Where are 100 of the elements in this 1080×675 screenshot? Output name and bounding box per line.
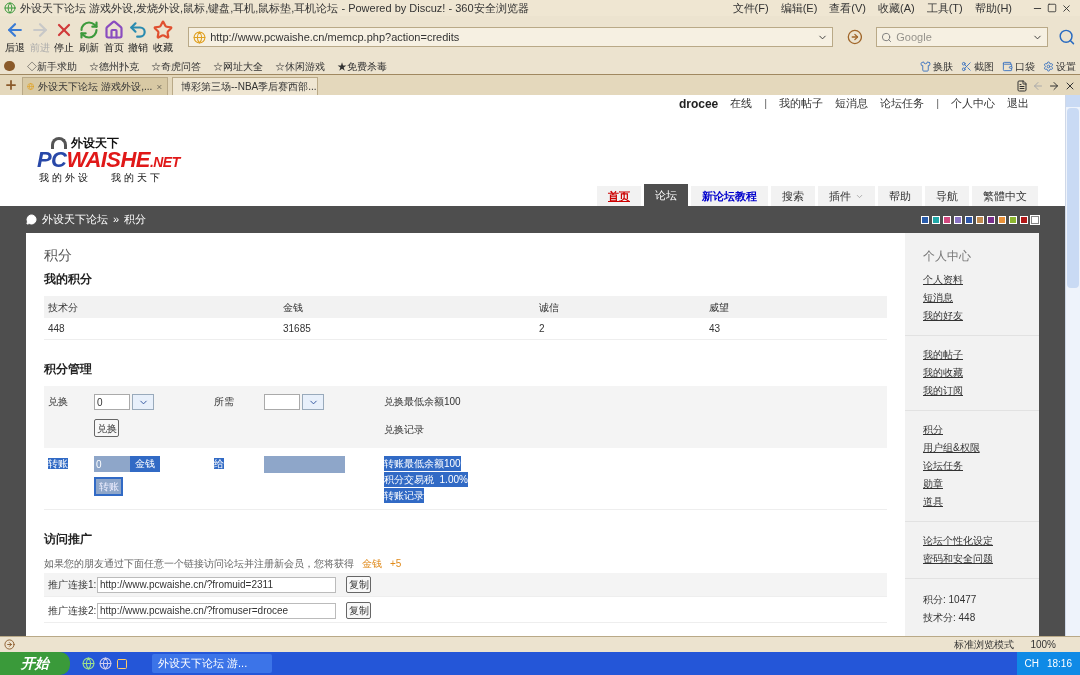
document-icon[interactable] <box>1016 80 1028 92</box>
sidebar-link[interactable]: 我的帖子 <box>923 348 1021 362</box>
sidebar-link[interactable]: 密码和安全问题 <box>923 552 1021 566</box>
desktop-icon[interactable] <box>116 657 128 670</box>
note-text: 转账最低余额100 <box>384 456 461 471</box>
maximize-icon[interactable] <box>1047 2 1057 13</box>
user-link[interactable]: 个人中心 <box>951 95 995 112</box>
breadcrumb-link[interactable]: 积分 <box>124 211 147 228</box>
copy-button[interactable]: 复制 <box>346 602 371 619</box>
recipient-field[interactable] <box>264 456 345 473</box>
nav-tab[interactable]: 导航 <box>925 186 969 206</box>
speech-bubble-icon <box>26 214 37 225</box>
section-heading: 我的积分 <box>44 271 93 288</box>
sidebar-link[interactable]: 论坛任务 <box>923 459 1021 473</box>
scrollbar[interactable] <box>1065 95 1080 636</box>
nav-tab[interactable]: 论坛 <box>644 184 688 206</box>
nav-tab[interactable]: 首页 <box>597 186 641 206</box>
username[interactable]: drocee <box>678 95 719 113</box>
forward-icon[interactable] <box>1048 80 1060 92</box>
menu-item[interactable]: 编辑(E) <box>780 0 818 17</box>
bookmark-link[interactable]: ★免费杀毒 <box>337 58 387 74</box>
page-title: 积分 <box>44 246 73 265</box>
record-link[interactable]: 转账记录 <box>384 488 424 503</box>
tool-icon <box>1002 60 1013 72</box>
bookmark-tool-button[interactable]: 设置 <box>1043 58 1076 74</box>
close-icon[interactable] <box>1064 80 1076 92</box>
column-header: 技术分 <box>44 296 279 318</box>
sidebar-link[interactable]: 个人资料 <box>923 273 1021 287</box>
tool-icon <box>1043 60 1054 72</box>
sidebar-heading: 个人中心 <box>923 248 972 265</box>
browser-icon[interactable] <box>99 657 112 670</box>
zoom-level[interactable]: 100% <box>1030 637 1056 652</box>
sidebar-link[interactable]: 用户组&权限 <box>923 441 1021 455</box>
new-tab-icon[interactable] <box>4 78 18 92</box>
skin-swatch[interactable] <box>1031 215 1039 224</box>
nav-tab[interactable]: 搜索 <box>771 186 815 206</box>
sidebar-link[interactable]: 短消息 <box>923 291 1021 305</box>
breadcrumb-link[interactable]: 外设天下论坛 <box>42 211 108 228</box>
link-field[interactable]: http://www.pcwaishe.cn/?fromuid=2311 <box>97 576 336 593</box>
required-field[interactable] <box>264 394 300 410</box>
browser-tab[interactable]: 博彩第三场--NBA季后赛西部... <box>172 77 318 95</box>
nav-tab[interactable]: 新论坛教程 <box>691 186 768 206</box>
user-link[interactable]: 论坛任务 <box>880 95 925 112</box>
browser-icon[interactable] <box>82 657 95 670</box>
breadcrumb-separator: » <box>113 212 120 228</box>
separator: | <box>764 96 768 112</box>
bookmark-tool-button[interactable]: 换肤 <box>920 58 953 74</box>
close-icon[interactable] <box>1061 2 1072 14</box>
sidebar-link[interactable]: 我的收藏 <box>923 366 1021 380</box>
taskbar-item[interactable]: 外设天下论坛 游... <box>152 654 272 673</box>
menu-item[interactable]: 查看(V) <box>829 0 866 17</box>
address-bar[interactable]: http://www.pcwaishe.cn/memcp.php?action=credits <box>188 27 833 47</box>
search-field[interactable]: Google <box>896 28 1027 46</box>
search-box[interactable]: Google <box>876 27 1049 47</box>
start-button[interactable]: 开始 <box>0 652 70 675</box>
toolbar-button[interactable]: 后退 <box>4 20 27 54</box>
field-label: 兑换 <box>48 395 69 409</box>
toolbar-button[interactable]: 首页 <box>102 20 125 54</box>
sidebar-link[interactable]: 道具 <box>923 495 1021 509</box>
bookmark-link[interactable]: ☆德州扑克 <box>89 58 139 74</box>
sidebar-link[interactable]: 勋章 <box>923 477 1021 491</box>
browser-tab[interactable]: 外设天下论坛 游戏外设,... <box>22 77 168 95</box>
bookmark-link[interactable]: ☆休闲游戏 <box>275 58 325 74</box>
copy-button[interactable]: 复制 <box>346 576 371 593</box>
bookmark-link[interactable]: ☆网址大全 <box>213 58 263 74</box>
nav-tab[interactable]: 插件 <box>818 186 875 206</box>
bookmark-tool-button[interactable]: 口袋 <box>1002 58 1035 74</box>
language-indicator[interactable]: CH <box>1024 656 1039 671</box>
bookmark-link[interactable]: ☆奇虎问答 <box>151 58 201 74</box>
sidebar-link[interactable]: 我的好友 <box>923 309 1021 323</box>
amount-field[interactable]: 0 <box>94 394 130 410</box>
sidebar-link[interactable]: 论坛个性化设定 <box>923 534 1021 548</box>
refresh-icon <box>79 20 100 40</box>
nav-tab[interactable]: 帮助 <box>878 186 922 206</box>
site-logo[interactable]: 外设天下 PCWAISHE.NET 我的外设 我的天下 <box>37 137 180 183</box>
exchange-button[interactable]: 兑换 <box>94 419 119 437</box>
link-label: 推广连接1: <box>48 578 97 592</box>
user-link[interactable]: 短消息 <box>835 95 869 112</box>
user-link[interactable]: 退出 <box>1007 95 1029 112</box>
toolbar-button[interactable]: 撤销 <box>126 20 150 54</box>
user-link[interactable]: 我的帖子 <box>779 95 824 112</box>
toolbar-button[interactable]: 刷新 <box>77 20 101 54</box>
promotion-text: 如果您的朋友通过下面任意一个链接访问论坛并注册新会员，您将获得 <box>44 557 354 571</box>
bookmark-link[interactable]: ◇新手求助 <box>27 58 77 74</box>
browse-mode[interactable]: 标准浏览模式 <box>954 637 1015 652</box>
bookmark-tool-button[interactable]: 截图 <box>961 58 994 74</box>
toolbar-button[interactable]: 收藏 <box>151 20 175 54</box>
nav-tab[interactable]: 繁體中文 <box>972 186 1038 206</box>
link-field[interactable]: http://www.pcwaishe.cn/?fromuser=drocee <box>97 602 336 619</box>
record-link[interactable]: 兑换记录 <box>384 422 883 437</box>
toolbar-button[interactable]: 停止 <box>53 20 76 54</box>
go-icon[interactable] <box>846 29 863 45</box>
menu-item[interactable]: 文件(F) <box>732 0 769 17</box>
menu-item[interactable]: 工具(T) <box>926 0 963 17</box>
search-icon <box>881 31 893 43</box>
sidebar-link[interactable]: 我的订阅 <box>923 384 1021 398</box>
sidebar-link[interactable]: 积分 <box>923 423 1021 437</box>
search-icon[interactable] <box>1058 28 1077 46</box>
menu-item[interactable]: 帮助(H) <box>974 0 1012 17</box>
menu-item[interactable]: 收藏(A) <box>878 0 915 17</box>
